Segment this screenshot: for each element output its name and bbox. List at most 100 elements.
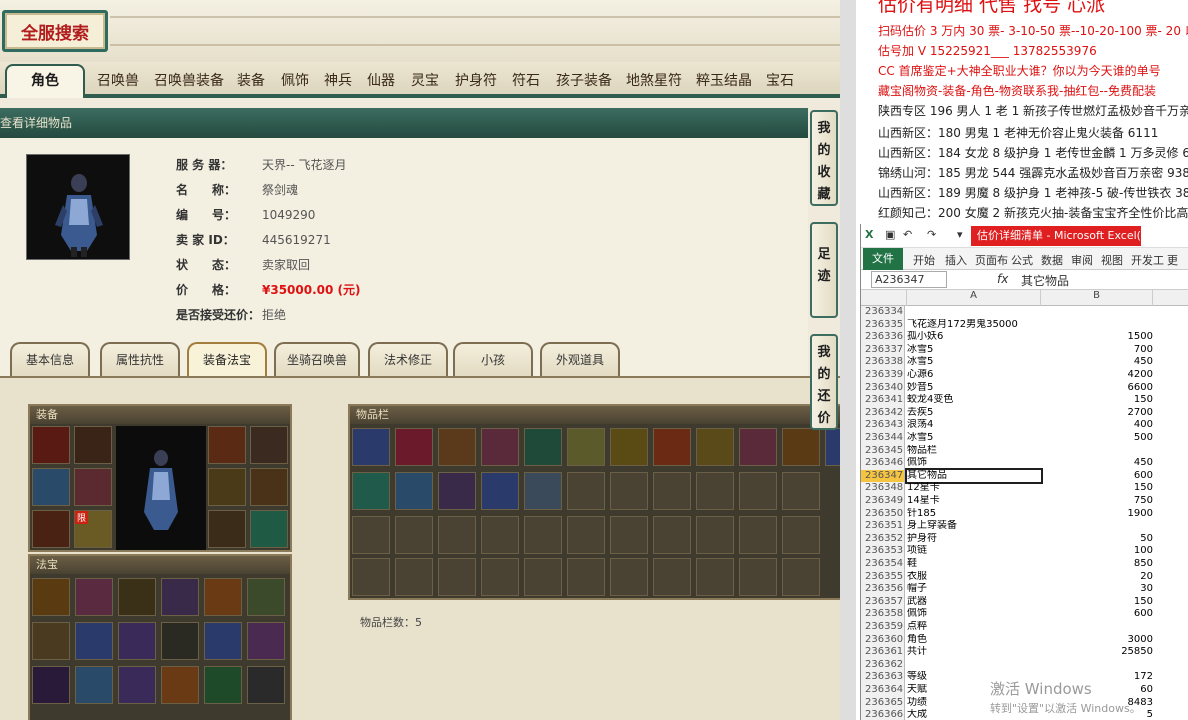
treasure-slot[interactable] [161, 622, 199, 660]
table-row[interactable]: 236343 浪荡4 400 [861, 419, 1188, 432]
column-b-header[interactable]: B [1041, 290, 1153, 306]
treasure-slot[interactable] [247, 578, 285, 616]
table-row[interactable]: 236355 衣服 20 [861, 570, 1188, 584]
cell-a[interactable]: 衣服 [907, 571, 1041, 584]
equip-slot[interactable] [208, 510, 246, 548]
cell-b[interactable]: 100 [1041, 545, 1153, 558]
inventory-slot[interactable] [524, 428, 562, 466]
cell-a[interactable]: 鞋 [907, 558, 1041, 571]
subtab-basic-info[interactable]: 基本信息 [10, 342, 90, 376]
row-number[interactable]: 236355 [861, 570, 905, 584]
cell-b[interactable]: 25850 [1041, 646, 1153, 659]
inventory-slot[interactable] [782, 472, 820, 510]
equip-slot[interactable] [32, 426, 70, 464]
row-number[interactable]: 236346 [861, 457, 905, 470]
row-number[interactable]: 236337 [861, 343, 905, 357]
cell-b[interactable]: 20 [1041, 571, 1153, 584]
cell-b[interactable]: 150 [1041, 394, 1153, 407]
table-row[interactable]: 236358 佩饰 600 [861, 608, 1188, 621]
treasure-slot[interactable] [118, 666, 156, 704]
cell-a[interactable]: 心源6 [907, 369, 1041, 382]
table-row[interactable]: 236338 冰雪5 450 [861, 356, 1188, 369]
inventory-slot[interactable] [653, 428, 691, 466]
treasure-slot[interactable] [204, 622, 242, 660]
treasure-slot[interactable] [32, 666, 70, 704]
equip-slot[interactable] [32, 510, 70, 548]
treasure-slot[interactable] [32, 578, 70, 616]
subtab-appearance[interactable]: 外观道具 [540, 342, 620, 376]
ribbon-developer[interactable]: 开发工 [1131, 252, 1164, 268]
inventory-slot[interactable] [653, 472, 691, 510]
table-row[interactable]: 236346 佩饰 450 [861, 457, 1188, 470]
inventory-slot[interactable] [610, 428, 648, 466]
table-row[interactable]: 236341 蛟龙4变色 150 [861, 394, 1188, 407]
cell-a[interactable]: 佩饰 [907, 608, 1041, 621]
row-number[interactable]: 236361 [861, 646, 905, 659]
inventory-slot[interactable] [739, 472, 777, 510]
tab-spirit-treasure[interactable]: 灵宝 [411, 70, 439, 90]
treasure-slot[interactable] [161, 666, 199, 704]
treasure-slot[interactable] [75, 578, 113, 616]
treasure-slot[interactable] [247, 666, 285, 704]
treasure-slot[interactable] [247, 622, 285, 660]
inventory-slot[interactable] [696, 428, 734, 466]
row-number[interactable]: 236340 [861, 381, 905, 395]
row-number[interactable]: 236353 [861, 545, 905, 558]
cell-a[interactable]: 点粹 [907, 621, 1041, 634]
fx-icon[interactable]: fx [997, 272, 1008, 286]
cell-b[interactable]: 1900 [1041, 508, 1153, 521]
cell-b[interactable]: 750 [1041, 495, 1153, 508]
inventory-slot[interactable] [782, 428, 820, 466]
inventory-slot[interactable] [524, 472, 562, 510]
row-number[interactable]: 236357 [861, 595, 905, 609]
cell-b[interactable]: 400 [1041, 419, 1153, 432]
subtab-attributes[interactable]: 属性抗性 [100, 342, 180, 376]
tab-immortal-artifact[interactable]: 仙器 [367, 70, 395, 90]
cell-a[interactable]: 其它物品 [905, 467, 1043, 485]
tab-role[interactable]: 角色 [5, 64, 85, 98]
formula-input[interactable]: 其它物品 [1021, 272, 1069, 289]
cell-a[interactable]: 冰雪5 [907, 432, 1041, 445]
treasure-slot[interactable] [118, 578, 156, 616]
my-favorites-button[interactable]: 我的收藏 [810, 110, 838, 206]
table-row[interactable]: 236347 其它物品 600 [861, 467, 1188, 485]
table-row[interactable]: 236357 武器 150 [861, 595, 1188, 609]
row-number[interactable]: 236349 [861, 495, 905, 508]
cell-a[interactable]: 角色 [907, 634, 1041, 647]
equip-slot[interactable] [74, 426, 112, 464]
table-row[interactable]: 236353 项链 100 [861, 545, 1188, 558]
row-number[interactable]: 236351 [861, 520, 905, 533]
inventory-slot[interactable] [696, 516, 734, 554]
cell-b[interactable]: 4200 [1041, 369, 1153, 382]
inventory-slot[interactable] [524, 516, 562, 554]
row-number[interactable]: 236365 [861, 696, 905, 710]
row-number[interactable]: 236338 [861, 356, 905, 369]
row-number[interactable]: 236334 [861, 306, 905, 319]
table-row[interactable]: 236334 [861, 306, 1188, 319]
treasure-slot[interactable] [75, 666, 113, 704]
cell-a[interactable]: 蛟龙4变色 [907, 394, 1041, 407]
inventory-slot[interactable] [352, 428, 390, 466]
row-number[interactable]: 236345 [861, 444, 905, 458]
cell-a[interactable]: 帽子 [907, 583, 1041, 596]
cell-b[interactable]: 450 [1041, 457, 1153, 470]
cell-b[interactable]: 2700 [1041, 407, 1153, 420]
inventory-slot[interactable] [696, 558, 734, 596]
subtab-mount-pet[interactable]: 坐骑召唤兽 [274, 342, 360, 376]
ribbon-insert[interactable]: 插入 [945, 252, 967, 268]
subtab-equip-treasure[interactable]: 装备法宝 [187, 342, 267, 376]
select-all[interactable] [861, 290, 907, 306]
customize-icon[interactable]: ▾ [957, 228, 963, 241]
tab-rune-stone[interactable]: 符石 [512, 70, 540, 90]
tab-child-equip[interactable]: 孩子装备 [556, 70, 612, 90]
inventory-slot[interactable] [481, 558, 519, 596]
cell-b[interactable]: 500 [1041, 432, 1153, 445]
inventory-slot[interactable] [438, 428, 476, 466]
inventory-slot[interactable] [653, 516, 691, 554]
table-row[interactable]: 236352 护身符 50 [861, 532, 1188, 546]
name-box[interactable]: A236347 [871, 271, 947, 288]
cell-b[interactable]: 1500 [1041, 331, 1153, 344]
row-number[interactable]: 236347 [861, 469, 905, 483]
table-row[interactable]: 236335 飞花逐月172男鬼35000 [861, 318, 1188, 332]
inventory-slot[interactable] [481, 516, 519, 554]
